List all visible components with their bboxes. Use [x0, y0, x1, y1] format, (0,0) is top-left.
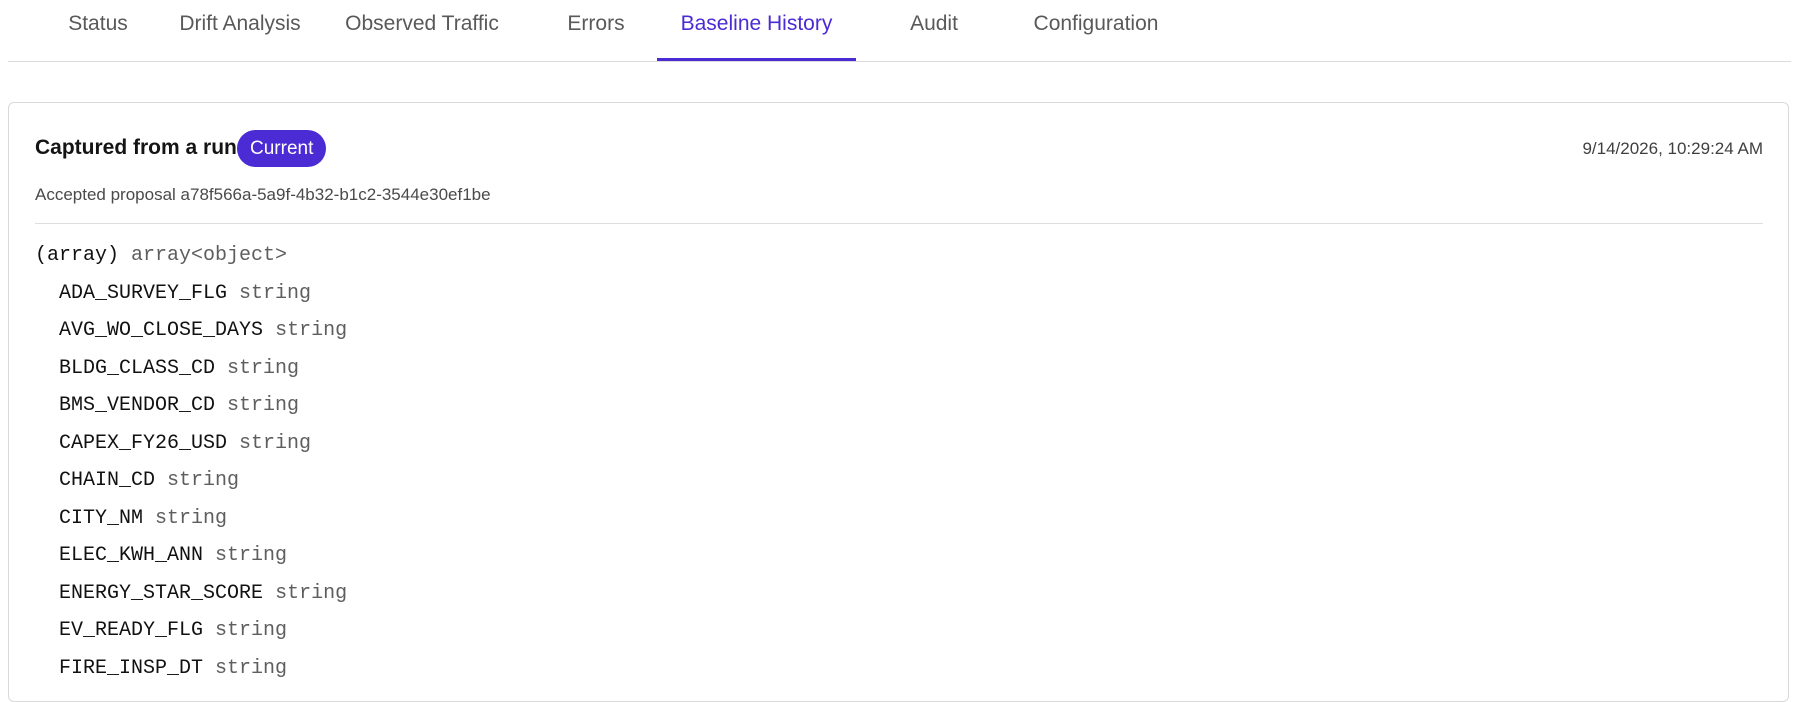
- schema-field: ENERGY_STAR_SCORE string: [35, 575, 347, 613]
- field-name: FIRE_INSP_DT: [59, 656, 204, 680]
- tab-errors[interactable]: Errors: [556, 0, 636, 61]
- schema-field: BLDG_CLASS_CD string: [35, 350, 347, 388]
- tab-configuration[interactable]: Configuration: [1020, 0, 1172, 61]
- schema-field: ADA_SURVEY_FLG string: [35, 275, 347, 313]
- schema-field: ELEC_KWH_ANN string: [35, 537, 347, 575]
- tab-drift-analysis[interactable]: Drift Analysis: [178, 0, 302, 61]
- tab-bar: Status Drift Analysis Observed Traffic E…: [8, 0, 1791, 62]
- field-name: ADA_SURVEY_FLG: [59, 281, 228, 305]
- field-name: ELEC_KWH_ANN: [59, 544, 204, 567]
- field-type: string: [215, 656, 288, 680]
- card-divider: [35, 223, 1763, 224]
- schema-field: FIRE_INSP_DT string: [35, 650, 347, 688]
- schema-field: AVG_WO_CLOSE_DAYS string: [35, 312, 347, 350]
- field-type: string: [239, 281, 312, 305]
- field-name: CITY_NM: [59, 506, 144, 530]
- schema-field: CAPEX_FY26_USD string: [35, 425, 347, 463]
- field-name: CAPEX_FY26_USD: [59, 431, 228, 455]
- baseline-timestamp: 9/14/2026, 10:29:24 AM: [1582, 139, 1763, 158]
- baseline-card: Captured from a run Current 9/14/2026, 1…: [8, 102, 1789, 702]
- field-type: string: [215, 619, 288, 642]
- field-type: string: [155, 506, 228, 530]
- baseline-subtitle: Accepted proposal a78f566a-5a9f-4b32-b1c…: [35, 185, 491, 204]
- field-name: EV_READY_FLG: [59, 619, 204, 642]
- field-type: string: [227, 394, 300, 417]
- schema-field: CITY_NM string: [35, 500, 347, 538]
- field-type: string: [227, 356, 300, 380]
- field-type: array<object>: [131, 244, 288, 267]
- field-type: string: [167, 469, 240, 492]
- field-name: BMS_VENDOR_CD: [59, 394, 216, 417]
- baseline-title: Captured from a run: [35, 136, 237, 159]
- schema-tree: (array) array<object> ADA_SURVEY_FLG str…: [35, 237, 347, 687]
- current-badge: Current: [237, 130, 327, 167]
- tab-status[interactable]: Status: [50, 0, 146, 61]
- schema-field: CHAIN_CD string: [35, 462, 347, 500]
- field-name: ENERGY_STAR_SCORE: [59, 581, 264, 605]
- field-type: string: [239, 431, 312, 455]
- schema-field: BMS_VENDOR_CD string: [35, 387, 347, 425]
- schema-root: (array) array<object>: [35, 237, 347, 275]
- schema-field: EV_READY_FLG string: [35, 612, 347, 650]
- tab-audit[interactable]: Audit: [892, 0, 976, 61]
- field-type: string: [215, 544, 288, 567]
- field-name: AVG_WO_CLOSE_DAYS: [59, 319, 264, 342]
- field-name: BLDG_CLASS_CD: [59, 356, 216, 380]
- tab-baseline-history[interactable]: Baseline History: [657, 0, 856, 61]
- field-type: string: [275, 319, 348, 342]
- field-name: CHAIN_CD: [59, 469, 156, 492]
- tab-observed-traffic[interactable]: Observed Traffic: [342, 0, 502, 61]
- field-name: (array): [35, 244, 120, 267]
- field-type: string: [275, 581, 348, 605]
